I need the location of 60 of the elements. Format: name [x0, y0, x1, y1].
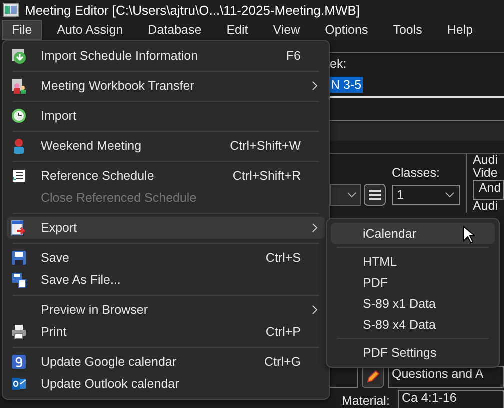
menu-bar-item[interactable]: Options — [315, 20, 378, 40]
menu-item[interactable]: iCalendar — [331, 223, 495, 244]
menu-item[interactable]: Save Ctrl+S — [7, 247, 325, 269]
window-title: Meeting Editor [C:\Users\ajtru\O...\11-2025-Meeting.MWB] — [25, 2, 360, 18]
clock-icon — [11, 108, 27, 124]
floppy-icon — [11, 250, 27, 266]
menu-item[interactable]: PDF Settings — [331, 342, 495, 363]
audio-label: Audi — [473, 154, 500, 167]
menu-item[interactable]: Update Google calendar Ctrl+G — [7, 351, 325, 373]
chevron-right-icon — [312, 223, 318, 233]
audio-field[interactable]: And — [473, 180, 504, 200]
week-field[interactable]: N 3-5 — [330, 74, 504, 98]
chevron-right-icon — [312, 81, 318, 91]
menu-icon — [369, 190, 381, 200]
list-icon — [11, 168, 27, 184]
download-icon — [11, 48, 27, 64]
chevron-down-icon — [445, 192, 455, 198]
menu-bar-item[interactable]: Help — [437, 20, 484, 40]
menu-button[interactable] — [364, 184, 386, 206]
edit-button[interactable] — [362, 366, 384, 388]
audio-label: Audi — [473, 200, 500, 213]
printer-icon — [11, 324, 27, 340]
app-icon — [3, 3, 19, 17]
menu-item[interactable]: Update Outlook calendar — [7, 373, 325, 395]
menu-item[interactable]: HTML — [331, 251, 495, 272]
export-icon — [11, 220, 27, 236]
week-label: ek: — [330, 57, 348, 72]
menu-item[interactable]: S-89 x1 Data — [331, 293, 495, 314]
cursor-icon — [463, 226, 475, 244]
menu-bar-item[interactable]: Auto Assign — [47, 20, 134, 40]
menu-item[interactable]: Save As File... — [7, 269, 325, 291]
mail-icon — [11, 376, 27, 392]
menu-item[interactable]: Import Schedule Information F6 — [7, 45, 325, 67]
menu-bar-item[interactable]: Tools — [383, 20, 432, 40]
chevron-right-icon — [312, 305, 318, 315]
classes-label: Classes: — [392, 166, 441, 181]
menu-bar-item[interactable]: File — [2, 20, 42, 40]
menu-item[interactable]: Import — [7, 105, 325, 127]
chevron-down-icon — [347, 192, 357, 198]
menu-item[interactable]: Export — [7, 217, 325, 239]
floppy-icon — [11, 272, 27, 288]
person-icon — [11, 138, 27, 154]
menu-item[interactable]: Weekend Meeting Ctrl+Shift+W — [7, 135, 325, 157]
classes-dropdown[interactable]: 1 — [392, 185, 460, 205]
pencil-icon — [366, 370, 380, 384]
menu-item[interactable]: PDF — [331, 272, 495, 293]
menu-item[interactable]: S-89 x4 Data — [331, 314, 495, 335]
menu-item[interactable]: Meeting Workbook Transfer — [7, 75, 325, 97]
material-label: Material: — [342, 394, 390, 408]
text-field[interactable] — [330, 120, 504, 141]
menu-item[interactable]: Preview in Browser — [7, 299, 325, 321]
menu-bar-item[interactable]: Edit — [216, 20, 258, 40]
menu-item[interactable]: Reference Schedule Ctrl+Shift+R — [7, 165, 325, 187]
menu-bar-item[interactable]: Database — [138, 20, 212, 40]
menu-item[interactable]: Print Ctrl+P — [7, 321, 325, 343]
audio-label: Vide — [473, 167, 499, 180]
people-icon — [11, 78, 27, 94]
tile-icon — [11, 354, 27, 370]
material-field[interactable]: Ca 4:1-16 — [398, 390, 504, 408]
menu-bar-item[interactable]: View — [263, 20, 310, 40]
